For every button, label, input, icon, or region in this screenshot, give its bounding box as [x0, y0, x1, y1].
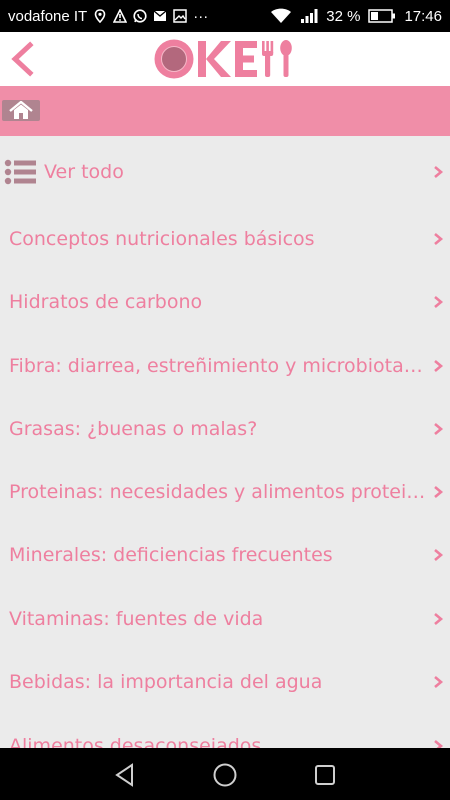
clock: 17:46 [404, 7, 442, 25]
list-item[interactable]: Proteinas: necesidades y alimentos prote… [0, 462, 450, 522]
list-item[interactable]: Hidratos de carbono [0, 272, 450, 332]
list-item[interactable]: Minerales: deficiencias frecuentes [0, 525, 450, 585]
list-item[interactable]: Fibra: diarrea, estreñimiento y microbio… [0, 336, 450, 396]
wifi-icon [270, 8, 292, 23]
list-item[interactable]: Conceptos nutricionales básicos [0, 209, 450, 269]
chevron-right-icon [434, 233, 444, 245]
system-nav-bar [0, 748, 450, 800]
topic-list: Ver todo Conceptos nutricionales básicos… [0, 140, 450, 748]
back-arrow-icon [11, 41, 34, 77]
list-item-label: Alimentos desaconsejados [9, 735, 262, 748]
battery-percent: 32 % [326, 7, 361, 25]
back-button[interactable] [6, 40, 40, 78]
list-item-label: Bebidas: la importancia del agua [9, 671, 323, 693]
chevron-right-icon [434, 740, 444, 748]
status-left: vodafone IT ··· [8, 8, 270, 25]
status-bar: vodafone IT ··· 32 % 17:46 [0, 0, 450, 32]
list-item-label: Proteinas: necesidades y alimentos prote… [9, 481, 427, 503]
chevron-right-icon [434, 613, 444, 625]
chevron-right-icon [434, 676, 444, 688]
triangle-back-icon [115, 763, 133, 787]
home-icon [9, 101, 33, 119]
list-item-label: Ver todo [44, 161, 124, 183]
nav-recents-button[interactable] [312, 762, 338, 788]
square-recents-icon [315, 765, 335, 785]
list-item[interactable]: Vitaminas: fuentes de vida [0, 589, 450, 649]
status-right: 32 % 17:46 [270, 8, 442, 25]
list-item-label: Conceptos nutricionales básicos [9, 228, 315, 250]
list-item[interactable]: Grasas: ¿buenas o malas? [0, 399, 450, 459]
alert-icon [113, 9, 128, 23]
list-item-label: Minerales: deficiencias frecuentes [9, 544, 333, 566]
list-item[interactable]: Alimentos desaconsejados [0, 716, 450, 748]
list-item-label: Hidratos de carbono [9, 291, 203, 313]
list-item-label: Fibra: diarrea, estreñimiento y microbio… [9, 355, 427, 377]
app-header [0, 32, 450, 86]
whatsapp-icon [133, 9, 147, 23]
app-logo [152, 37, 298, 81]
list-item-label: Grasas: ¿buenas o malas? [9, 418, 258, 440]
home-bar [0, 86, 450, 136]
signal-icon [300, 9, 318, 23]
nav-home-button[interactable] [212, 762, 238, 788]
chevron-right-icon [434, 296, 444, 308]
list-item[interactable]: Bebidas: la importancia del agua [0, 652, 450, 712]
location-icon [93, 9, 107, 23]
more-icon: ··· [193, 7, 209, 25]
list-item-ver-todo[interactable]: Ver todo [0, 142, 450, 202]
circle-home-icon [213, 763, 237, 787]
carrier-name: vodafone IT [8, 7, 88, 25]
home-button[interactable] [2, 100, 40, 121]
battery-icon [368, 9, 396, 23]
chevron-right-icon [434, 166, 444, 178]
nav-back-button[interactable] [112, 762, 138, 788]
chevron-right-icon [434, 549, 444, 561]
okei-logo-icon [154, 39, 292, 79]
chevron-right-icon [434, 423, 444, 435]
image-icon [173, 9, 187, 23]
mail-icon [153, 9, 167, 23]
chevron-right-icon [434, 360, 444, 372]
chevron-right-icon [434, 486, 444, 498]
list-icon [4, 159, 36, 185]
list-item-label: Vitaminas: fuentes de vida [9, 608, 264, 630]
